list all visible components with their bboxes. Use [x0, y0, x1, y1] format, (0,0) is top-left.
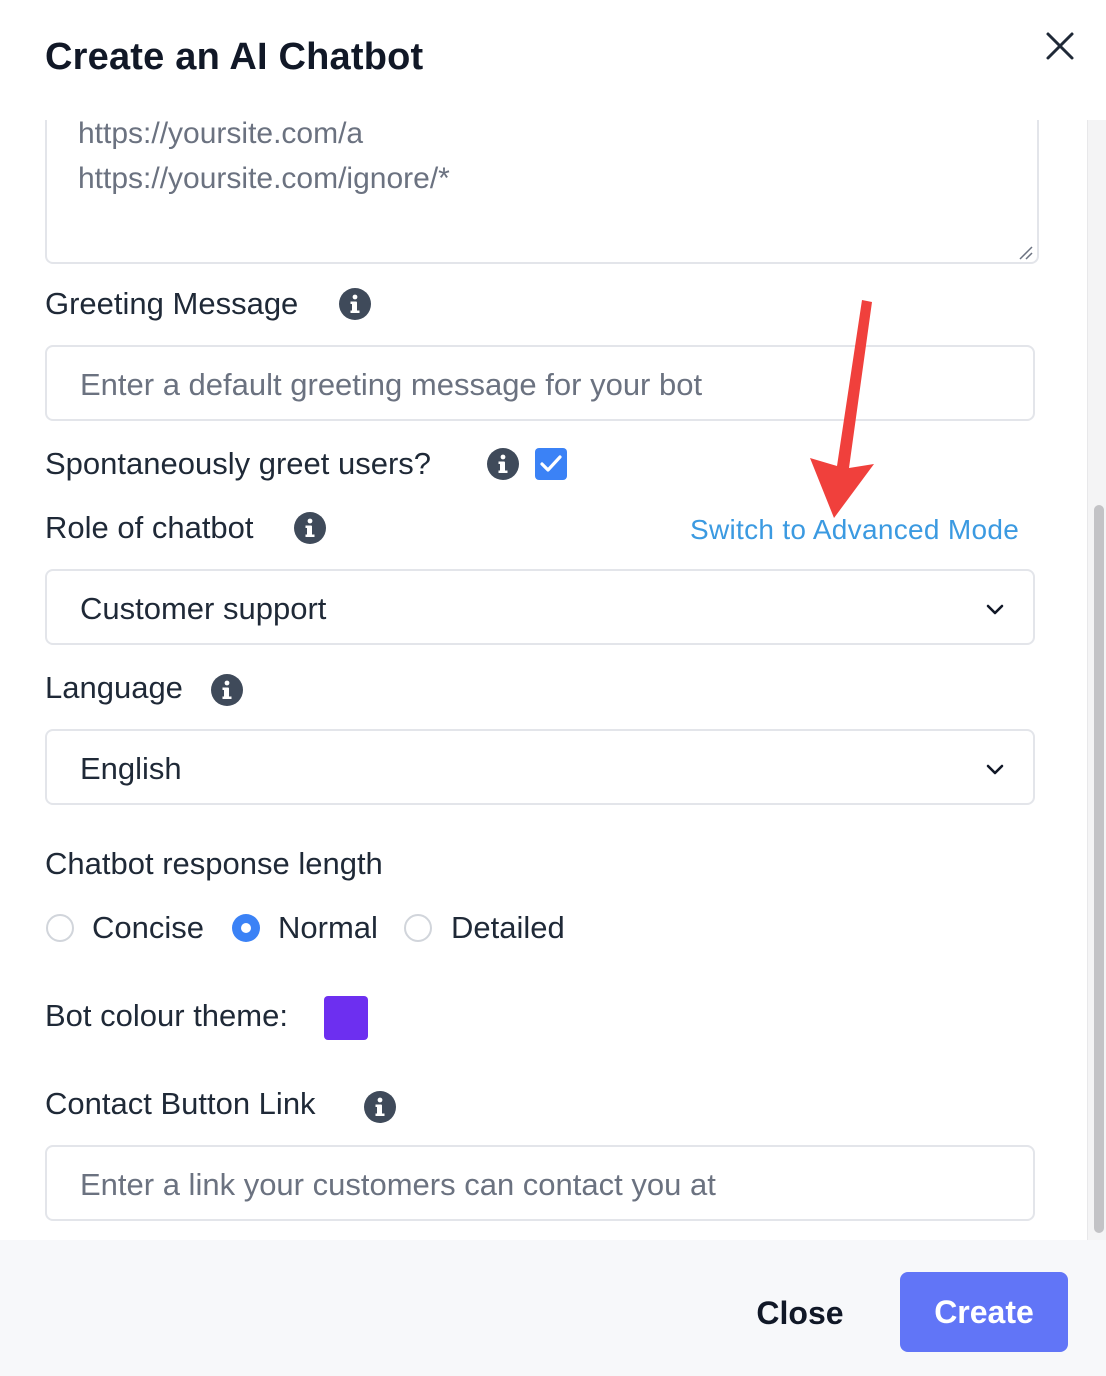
checkmark-icon	[540, 455, 562, 472]
contact-link-placeholder: Enter a link your customers can contact …	[80, 1167, 716, 1202]
theme-label: Bot colour theme:	[45, 998, 288, 1033]
textarea-line: https://yoursite.com/ignore/*	[78, 162, 450, 195]
info-icon[interactable]	[211, 674, 243, 706]
info-icon[interactable]	[339, 288, 371, 320]
scrollbar-thumb[interactable]	[1094, 505, 1104, 1233]
radio-label-normal[interactable]: Normal	[278, 910, 378, 946]
close-icon[interactable]	[1040, 26, 1080, 66]
radio-label-concise[interactable]: Concise	[92, 910, 204, 946]
spontaneous-greet-label: Spontaneously greet users?	[45, 446, 432, 481]
radio-concise[interactable]	[46, 914, 74, 942]
role-label: Role of chatbot	[45, 510, 254, 545]
role-select-value: Customer support	[80, 591, 327, 626]
language-label: Language	[45, 670, 183, 705]
contact-link-input[interactable]: Enter a link your customers can contact …	[45, 1145, 1035, 1221]
create-button[interactable]: Create	[900, 1272, 1068, 1352]
theme-color-swatch[interactable]	[324, 996, 368, 1040]
chevron-down-icon	[986, 764, 1004, 775]
info-icon[interactable]	[364, 1091, 396, 1123]
greeting-label: Greeting Message	[45, 286, 299, 321]
radio-label-detailed[interactable]: Detailed	[451, 910, 565, 946]
radio-normal[interactable]	[232, 914, 260, 942]
info-icon[interactable]	[487, 448, 519, 480]
language-select[interactable]: English	[45, 729, 1035, 805]
contact-link-label: Contact Button Link	[45, 1086, 316, 1121]
dialog-title: Create an AI Chatbot	[45, 36, 424, 78]
language-select-value: English	[80, 751, 182, 786]
role-select[interactable]: Customer support	[45, 569, 1035, 645]
info-icon[interactable]	[294, 512, 326, 544]
radio-detailed[interactable]	[404, 914, 432, 942]
close-button[interactable]: Close	[740, 1276, 860, 1350]
greeting-placeholder: Enter a default greeting message for you…	[80, 367, 703, 402]
chevron-down-icon	[986, 604, 1004, 615]
response-length-label: Chatbot response length	[45, 846, 383, 881]
resize-handle-icon[interactable]	[1018, 245, 1034, 261]
spontaneous-greet-checkbox[interactable]	[535, 448, 567, 480]
annotation-arrow-icon	[810, 300, 874, 518]
textarea-line: https://yoursite.com/a	[78, 117, 364, 150]
